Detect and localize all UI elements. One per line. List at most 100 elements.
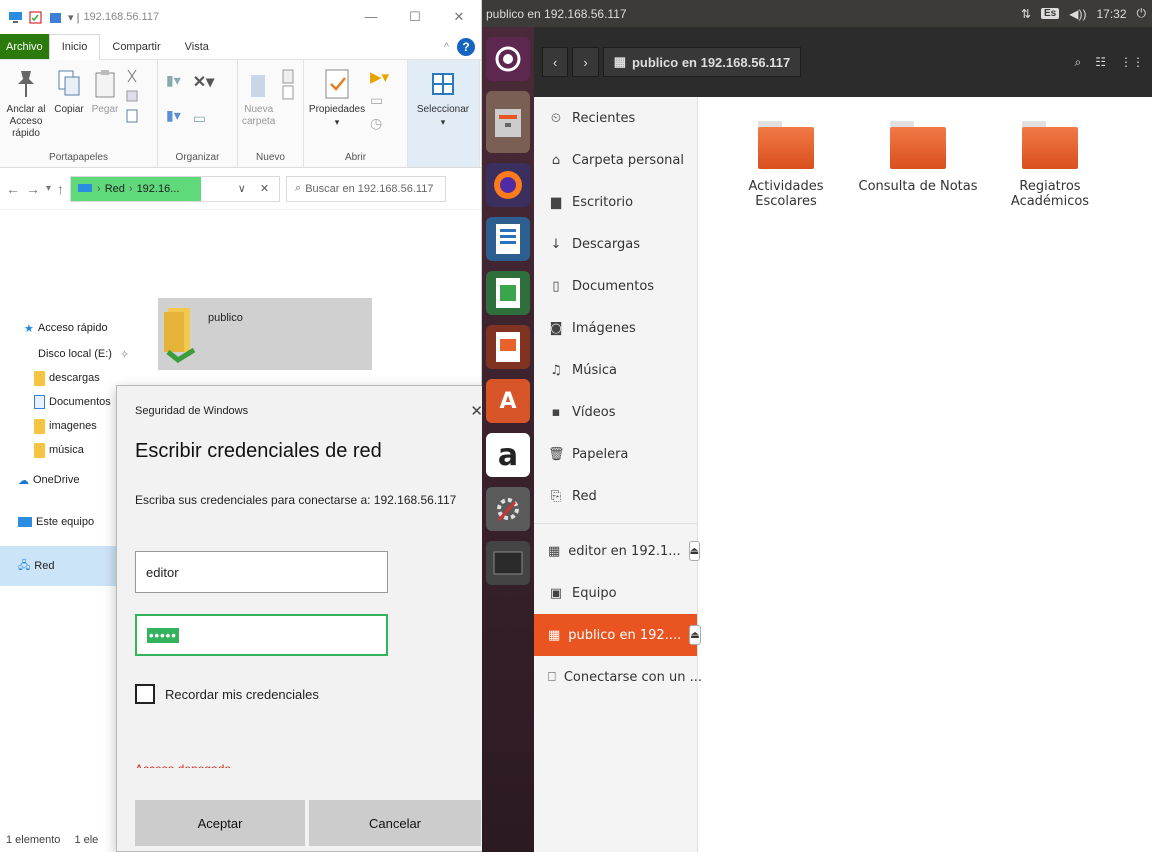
cancel-button[interactable]: Cancelar [309, 800, 481, 846]
list-view-icon[interactable]: ☷ [1095, 55, 1106, 70]
delete-icon[interactable]: ✕▾ [193, 72, 214, 92]
group-organizar: ▮▾ ▮▾ ✕▾ ▭ Organizar [158, 60, 238, 167]
mount-item[interactable]: ▦ editor en 192.1... ⏏ [534, 530, 701, 572]
writer-icon[interactable] [486, 217, 530, 261]
copy-to-icon[interactable]: ▮▾ [166, 107, 181, 124]
maximize-button[interactable]: ☐ [393, 9, 437, 25]
grid-view-icon[interactable]: ⋮⋮ [1120, 55, 1144, 70]
folder-name-line2: Académicos [1010, 194, 1090, 209]
address-bar-row: ← → ▾ ↑ › Red › 192.16... ∨ ✕ ⌕ Buscar e… [0, 168, 481, 210]
tab-vista[interactable]: Vista [173, 34, 221, 59]
amazon-icon[interactable]: a [486, 433, 530, 477]
keyboard-layout-indicator[interactable]: Es [1041, 8, 1060, 19]
nav-network[interactable]: 🖧 Red [0, 546, 120, 586]
move-to-icon[interactable]: ▮▾ [166, 72, 181, 89]
place-label: Imágenes [572, 320, 636, 336]
history-icon[interactable]: ◷ [370, 115, 389, 132]
ok-button[interactable]: Aceptar [135, 800, 305, 846]
place-escritorio[interactable]: ▆ Escritorio [534, 181, 697, 223]
place-documentos[interactable]: ▯ Documentos [534, 265, 697, 307]
remember-credentials-checkbox[interactable]: Recordar mis credenciales [135, 684, 319, 704]
search-icon[interactable]: ⌕ [1075, 55, 1082, 70]
open-icon[interactable]: ▶▾ [370, 68, 389, 86]
folder-item[interactable]: Regiatros Académicos [982, 121, 1118, 209]
calc-icon[interactable] [486, 271, 530, 315]
volume-icon[interactable]: ◀)) [1069, 7, 1086, 21]
folder-item[interactable]: Actividades Escolares [718, 121, 854, 209]
username-field[interactable]: editor [135, 551, 388, 593]
breadcrumb-ip[interactable]: 192.16... [137, 183, 180, 195]
paste-label: Pegar [91, 104, 119, 115]
back-button[interactable]: ‹ [542, 47, 569, 77]
terminal-icon[interactable] [486, 541, 530, 585]
power-icon[interactable]: ⏻ [1137, 6, 1147, 21]
properties-quick-icon[interactable] [28, 11, 43, 24]
up-button[interactable]: ↑ [57, 181, 64, 197]
clock[interactable]: 17:32 [1096, 7, 1126, 21]
navigation-pane: ★ Acceso rápido Disco local (E:) ✧ desca… [0, 300, 129, 586]
help-icon[interactable]: ? [457, 37, 475, 56]
place-red[interactable]: ⎘ Red [534, 475, 697, 517]
folder-icon [758, 121, 814, 169]
place-papelera[interactable]: 🗑 Papelera [534, 433, 697, 475]
share-item-publico[interactable]: publico [158, 298, 372, 370]
place-recientes[interactable]: ⏲ Recientes [534, 97, 697, 139]
files-app-icon[interactable] [486, 91, 530, 153]
username-value: editor [146, 564, 179, 580]
settings-icon[interactable] [486, 487, 530, 531]
nav-this-pc[interactable]: Este equipo [0, 498, 120, 546]
folder-name: Consulta de Notas [858, 179, 978, 194]
back-button[interactable]: ← [6, 181, 20, 197]
address-bar[interactable]: › Red › 192.16... ∨ ✕ [70, 175, 281, 202]
password-field[interactable]: ••••• [135, 614, 388, 656]
nav-onedrive[interactable]: ☁ OneDrive [0, 462, 120, 498]
breadcrumb-red[interactable]: Red [105, 183, 125, 195]
forward-button[interactable]: → [26, 181, 40, 197]
software-center-icon[interactable]: A [486, 379, 530, 423]
cut-icon[interactable] [124, 68, 140, 84]
copy-path-icon[interactable] [124, 88, 140, 104]
mount-item[interactable]: ⎕ Conectarse con un ... [534, 656, 702, 698]
collapse-ribbon-icon[interactable]: ^ [444, 41, 449, 53]
place-música[interactable]: ♫ Música [534, 349, 697, 391]
place-icon: ⌂ [551, 152, 561, 168]
new-folder-quick-icon[interactable] [48, 11, 63, 24]
quick-access-dropdown-icon[interactable]: ▾ | [68, 11, 79, 24]
folder-item[interactable]: Consulta de Notas [850, 121, 986, 194]
recent-locations-button[interactable]: ▾ [46, 183, 51, 194]
forward-button[interactable]: › [572, 47, 599, 77]
place-vídeos[interactable]: ▪ Vídeos [534, 391, 697, 433]
tab-archivo[interactable]: Archivo [0, 34, 49, 59]
edit-icon[interactable]: ▭ [370, 92, 389, 109]
place-icon: 🗑 [548, 446, 565, 462]
mount-item[interactable]: ▦ publico en 192.... ⏏ [534, 614, 701, 656]
rename-icon[interactable]: ▭ [193, 110, 214, 127]
nav-local-disk[interactable]: Disco local (E:) ✧ [0, 342, 129, 366]
impress-icon[interactable] [486, 325, 530, 369]
nav-documentos[interactable]: Documentos [0, 390, 120, 414]
location-button[interactable]: ▦ publico en 192.168.56.117 [602, 47, 802, 77]
place-descargas[interactable]: ↓ Descargas [534, 223, 697, 265]
address-history-dropdown[interactable]: ∨ [238, 182, 246, 195]
network-indicator-icon[interactable]: ⇅ [1021, 7, 1031, 21]
tab-inicio[interactable]: Inicio [48, 34, 101, 60]
dialog-titlebar: Seguridad de Windows ✕ [117, 386, 493, 436]
search-box[interactable]: ⌕ Buscar en 192.168.56.117 [286, 175, 447, 202]
minimize-button[interactable]: — [349, 9, 393, 25]
ubuntu-dash-icon[interactable] [486, 37, 530, 81]
place-carpeta-personal[interactable]: ⌂ Carpeta personal [534, 139, 697, 181]
nav-musica[interactable]: música [0, 438, 120, 462]
checkbox-box[interactable] [135, 684, 155, 704]
nav-imagenes[interactable]: imagenes [0, 414, 120, 438]
copy-label: Copiar [54, 104, 84, 115]
select-button[interactable]: Seleccionar ▾ [412, 66, 474, 167]
place-imágenes[interactable]: ◙ Imágenes [534, 307, 697, 349]
mount-item[interactable]: ▣ Equipo [534, 572, 697, 614]
paste-shortcut-icon[interactable] [124, 108, 140, 124]
new-item-icon[interactable] [279, 68, 299, 102]
close-button[interactable]: ✕ [437, 9, 481, 25]
address-clear-icon[interactable]: ✕ [260, 182, 269, 195]
firefox-icon[interactable] [486, 163, 530, 207]
tab-compartir[interactable]: Compartir [100, 34, 172, 59]
nav-descargas[interactable]: descargas [0, 366, 120, 390]
